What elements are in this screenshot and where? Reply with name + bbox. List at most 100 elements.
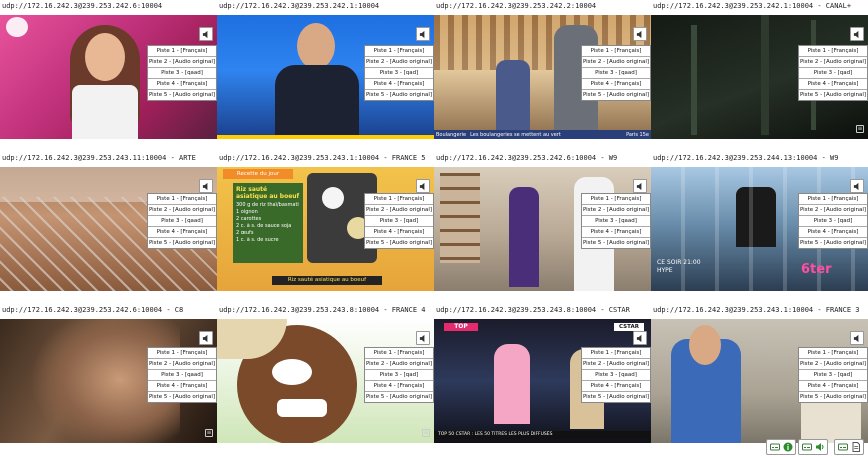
- video-frame[interactable]: Piste 1 - [Français] Piste 2 - [Audio ori…: [0, 319, 217, 443]
- audio-track-option[interactable]: Piste 2 - [Audio original]: [799, 57, 867, 67]
- audio-track-option[interactable]: Piste 5 - [Audio original]: [799, 90, 867, 100]
- audio-track-option[interactable]: Piste 2 - [Audio original]: [365, 359, 433, 369]
- audio-track-option[interactable]: Piste 1 - [Français]: [582, 46, 650, 56]
- video-frame[interactable]: CE SOIR 21:00 HYPE 6ter Piste 1 - [Français…: [651, 167, 868, 291]
- subtitles-icon[interactable]: ≡: [205, 429, 213, 437]
- stream-tile[interactable]: udp://172.16.242.3@239.253.243.1:10004 -…: [651, 304, 868, 457]
- audio-track-menu[interactable]: Piste 1 - [Français] Piste 2 - [Audio ori…: [798, 347, 868, 403]
- subtitles-icon[interactable]: ≡: [422, 429, 430, 437]
- subtitles-icon[interactable]: [769, 442, 780, 453]
- video-frame[interactable]: Piste 1 - [Français] Piste 2 - [Audio ori…: [217, 15, 434, 139]
- speaker-icon[interactable]: [199, 179, 213, 193]
- audio-track-menu[interactable]: Piste 1 - [Français] Piste 2 - [Audio ori…: [147, 45, 217, 101]
- speaker-icon[interactable]: [416, 179, 430, 193]
- speaker-icon[interactable]: [850, 27, 864, 41]
- audio-track-menu[interactable]: Piste 1 - [Français] Piste 2 - [Audio ori…: [581, 347, 651, 403]
- video-frame[interactable]: TOP CSTAR TOP 50 CSTAR : LES 50 TITRES LES…: [434, 319, 651, 443]
- audio-track-option[interactable]: Piste 1 - [Français]: [799, 194, 867, 204]
- audio-track-option[interactable]: Piste 3 - [qad]: [799, 216, 867, 226]
- stream-tile[interactable]: udp://172.16.242.3@239.253.242.1:10004 Pi…: [217, 0, 434, 152]
- audio-track-option[interactable]: Piste 2 - [Audio original]: [582, 205, 650, 215]
- audio-track-option[interactable]: Piste 3 - [qaad]: [582, 68, 650, 78]
- audio-track-option[interactable]: Piste 3 - [qad]: [799, 68, 867, 78]
- audio-track-option[interactable]: Piste 4 - [Français]: [582, 381, 650, 391]
- audio-track-option[interactable]: Piste 1 - [Français]: [365, 194, 433, 204]
- speaker-icon[interactable]: [814, 442, 825, 453]
- audio-track-menu[interactable]: Piste 1 - [Français] Piste 2 - [Audio ori…: [147, 347, 217, 403]
- speaker-icon[interactable]: [850, 331, 864, 345]
- control-group-info[interactable]: [766, 439, 796, 455]
- audio-track-option[interactable]: Piste 1 - [Français]: [799, 46, 867, 56]
- audio-track-option[interactable]: Piste 1 - [Français]: [148, 46, 216, 56]
- audio-track-option[interactable]: Piste 4 - [Français]: [799, 79, 867, 89]
- audio-track-option[interactable]: Piste 5 - [Audio original]: [582, 238, 650, 248]
- audio-track-menu[interactable]: Piste 1 - [Français] Piste 2 - [Audio ori…: [364, 347, 434, 403]
- audio-track-option[interactable]: Piste 3 - [qaad]: [148, 216, 216, 226]
- stream-tile[interactable]: udp://172.16.242.3@239.253.243.1:10004 -…: [217, 152, 434, 304]
- audio-track-option[interactable]: Piste 4 - [Français]: [799, 381, 867, 391]
- video-frame[interactable]: Piste 1 - [Français] Piste 2 - [Audio ori…: [651, 15, 868, 139]
- audio-track-option[interactable]: Piste 5 - [Audio original]: [582, 90, 650, 100]
- stream-tile[interactable]: udp://172.16.242.3@239.253.242.6:10004 -…: [434, 152, 651, 304]
- speaker-icon[interactable]: [199, 331, 213, 345]
- audio-track-menu[interactable]: Piste 1 - [Français] Piste 2 - [Audio ori…: [581, 45, 651, 101]
- audio-track-option[interactable]: Piste 4 - [Français]: [365, 381, 433, 391]
- video-frame[interactable]: Piste 1 - [Français] Piste 2 - [Audio ori…: [434, 167, 651, 291]
- stream-tile[interactable]: udp://172.16.242.3@239.253.242.2:10004 Bo…: [434, 0, 651, 152]
- audio-track-option[interactable]: Piste 2 - [Audio original]: [582, 359, 650, 369]
- audio-track-option[interactable]: Piste 5 - [Audio original]: [799, 392, 867, 402]
- speaker-icon[interactable]: [633, 27, 647, 41]
- subtitles-icon[interactable]: ≡: [856, 125, 864, 133]
- audio-track-option[interactable]: Piste 4 - [Français]: [799, 227, 867, 237]
- stream-tile[interactable]: udp://172.16.242.3@239.253.243.8:10004 -…: [217, 304, 434, 457]
- audio-track-menu[interactable]: Piste 1 - [Français] Piste 2 - [Audio ori…: [364, 45, 434, 101]
- audio-track-option[interactable]: Piste 2 - [Audio original]: [148, 205, 216, 215]
- speaker-icon[interactable]: [850, 179, 864, 193]
- audio-track-option[interactable]: Piste 4 - [Français]: [582, 227, 650, 237]
- audio-track-option[interactable]: Piste 5 - [Audio original]: [582, 392, 650, 402]
- audio-track-menu[interactable]: Piste 1 - [Français] Piste 2 - [Audio ori…: [364, 193, 434, 249]
- video-frame[interactable]: Piste 1 - [Français] Piste 2 - [Audio ori…: [651, 319, 868, 443]
- speaker-icon[interactable]: [416, 27, 430, 41]
- speaker-icon[interactable]: [416, 331, 430, 345]
- audio-track-option[interactable]: Piste 1 - [Français]: [148, 348, 216, 358]
- audio-track-option[interactable]: Piste 4 - [Français]: [148, 79, 216, 89]
- audio-track-option[interactable]: Piste 1 - [Français]: [582, 348, 650, 358]
- audio-track-option[interactable]: Piste 3 - [qad]: [799, 370, 867, 380]
- speaker-icon[interactable]: [633, 331, 647, 345]
- audio-track-option[interactable]: Piste 4 - [Français]: [148, 227, 216, 237]
- audio-track-option[interactable]: Piste 1 - [Français]: [365, 348, 433, 358]
- audio-track-menu[interactable]: Piste 1 - [Français] Piste 2 - [Audio ori…: [147, 193, 217, 249]
- audio-track-option[interactable]: Piste 4 - [Français]: [582, 79, 650, 89]
- document-icon[interactable]: [850, 442, 861, 453]
- audio-track-option[interactable]: Piste 5 - [Audio original]: [148, 392, 216, 402]
- audio-track-menu[interactable]: Piste 1 - [Français] Piste 2 - [Audio ori…: [798, 193, 868, 249]
- video-frame[interactable]: Recette du jour Riz sauté asiatique au bo…: [217, 167, 434, 291]
- audio-track-option[interactable]: Piste 2 - [Audio original]: [148, 57, 216, 67]
- audio-track-option[interactable]: Piste 3 - [qaad]: [148, 370, 216, 380]
- stream-tile[interactable]: udp://172.16.242.3@239.253.243.11:10004 …: [0, 152, 217, 304]
- audio-track-option[interactable]: Piste 4 - [Français]: [365, 79, 433, 89]
- control-group-audio[interactable]: [798, 439, 828, 455]
- audio-track-menu[interactable]: Piste 1 - [Français] Piste 2 - [Audio ori…: [798, 45, 868, 101]
- audio-track-option[interactable]: Piste 3 - [qaad]: [582, 216, 650, 226]
- audio-track-option[interactable]: Piste 5 - [Audio original]: [365, 90, 433, 100]
- audio-track-option[interactable]: Piste 3 - [qad]: [365, 370, 433, 380]
- info-icon[interactable]: [782, 442, 793, 453]
- audio-track-option[interactable]: Piste 2 - [Audio original]: [365, 205, 433, 215]
- stream-tile[interactable]: udp://172.16.242.3@239.253.242.6:10004 -…: [0, 304, 217, 457]
- audio-track-option[interactable]: Piste 3 - [qaad]: [582, 370, 650, 380]
- audio-track-option[interactable]: Piste 3 - [qaad]: [148, 68, 216, 78]
- audio-track-option[interactable]: Piste 1 - [Français]: [799, 348, 867, 358]
- audio-track-option[interactable]: Piste 3 - [qad]: [365, 216, 433, 226]
- speaker-icon[interactable]: [633, 179, 647, 193]
- audio-track-option[interactable]: Piste 5 - [Audio original]: [148, 238, 216, 248]
- speaker-icon[interactable]: [199, 27, 213, 41]
- video-frame[interactable]: Piste 1 - [Français] Piste 2 - [Audio ori…: [0, 15, 217, 139]
- control-group-docs[interactable]: [834, 439, 864, 455]
- stream-tile[interactable]: udp://172.16.242.3@239.253.242.1:10004 -…: [651, 0, 868, 152]
- audio-track-menu[interactable]: Piste 1 - [Français] Piste 2 - [Audio ori…: [581, 193, 651, 249]
- audio-track-option[interactable]: Piste 4 - [Français]: [365, 227, 433, 237]
- audio-track-option[interactable]: Piste 2 - [Audio original]: [148, 359, 216, 369]
- audio-track-option[interactable]: Piste 5 - [Audio original]: [365, 392, 433, 402]
